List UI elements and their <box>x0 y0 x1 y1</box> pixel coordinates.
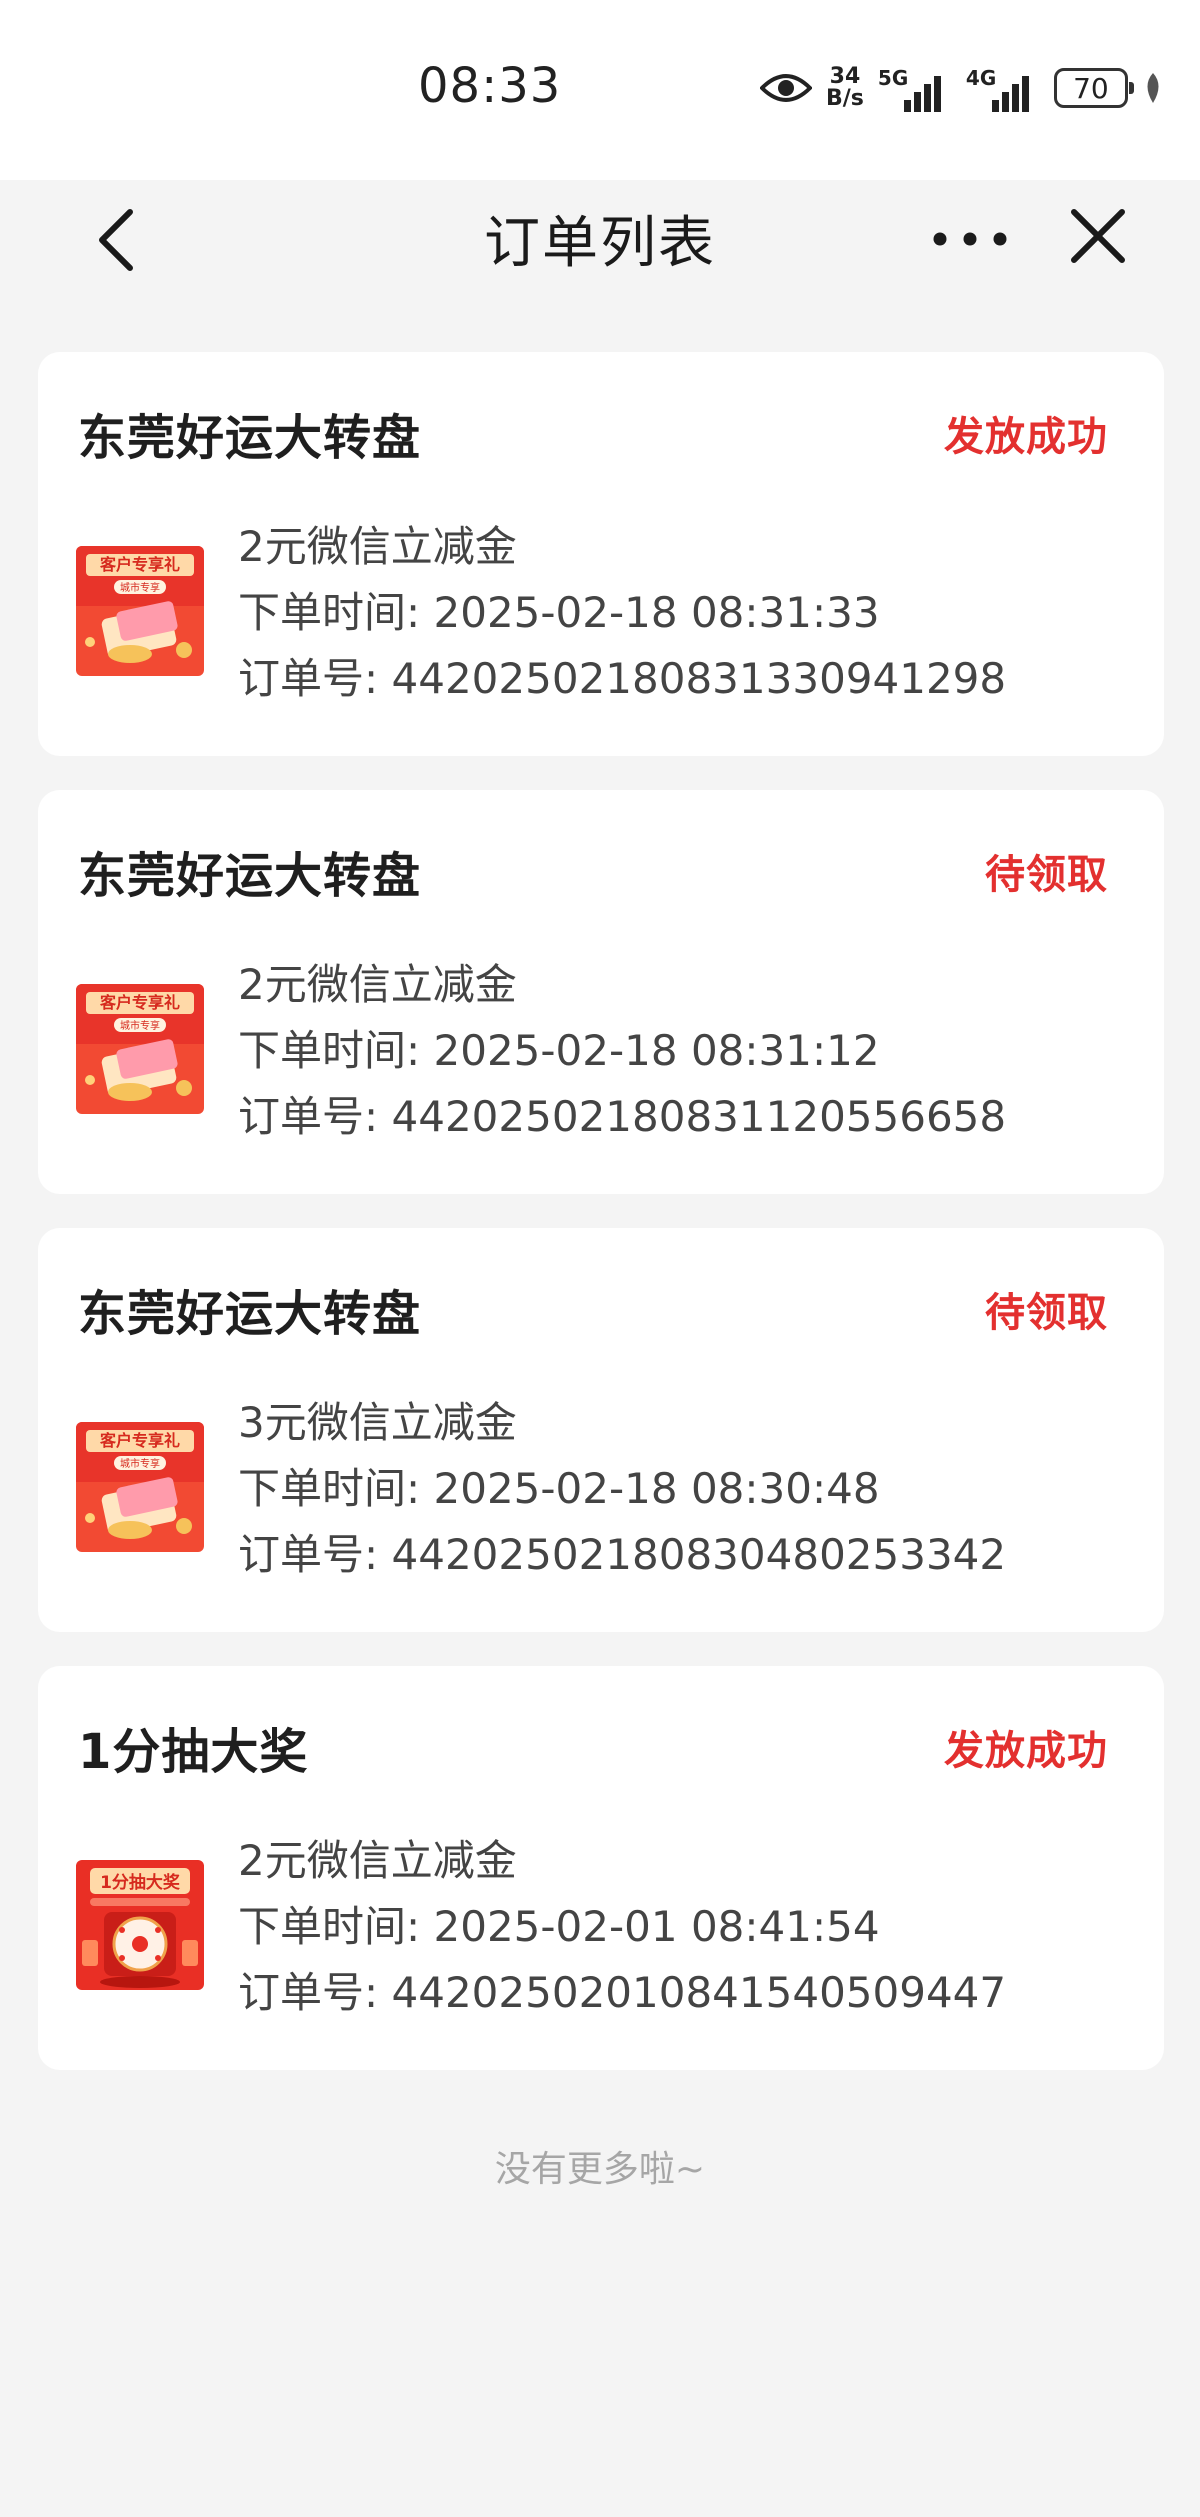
order-title: 东莞好运大转盘 <box>78 848 422 904</box>
no-more-text: 没有更多啦~ <box>494 2149 706 2190</box>
order-status: 待领取 <box>985 852 1108 898</box>
battery-level: 70 <box>1073 71 1109 105</box>
order-time-row: 下单时间: 2025-02-18 08:30:48 <box>238 1456 1006 1522</box>
order-time-row: 下单时间: 2025-02-18 08:31:12 <box>238 1018 1006 1084</box>
order-number: 44202502010841540509447 <box>391 1968 1007 2017</box>
thumb-text: 客户专享礼 <box>100 993 180 1012</box>
product-thumbnail: 1分抽大奖 <box>76 1860 204 1990</box>
order-status: 待领取 <box>985 1290 1108 1336</box>
order-info: 3元微信立减金 下单时间: 2025-02-18 08:30:48 订单号: 4… <box>238 1390 1006 1588</box>
thumb-text: 客户专享礼 <box>100 555 180 574</box>
order-no-row: 订单号: 44202502180831120556658 <box>238 1084 1006 1150</box>
net-speed-unit: B/s <box>826 86 864 111</box>
status-bar: 08:33 34 B/s 5G 4G 70 <box>0 0 1200 180</box>
order-status: 发放成功 <box>944 414 1108 460</box>
product-name: 2元微信立减金 <box>238 522 517 571</box>
product-name: 3元微信立减金 <box>238 1398 517 1447</box>
time-label: 下单时间: <box>238 1902 434 1951</box>
thumb-text: 1分抽大奖 <box>100 1872 181 1893</box>
time-label: 下单时间: <box>238 1026 434 1075</box>
net-speed-value: 34 <box>829 64 861 89</box>
order-number: 44202502180830480253342 <box>391 1530 1007 1579</box>
order-time: 2025-02-18 08:30:48 <box>433 1464 880 1513</box>
battery-icon: 70 <box>1053 68 1134 108</box>
time-label: 下单时间: <box>238 1464 434 1513</box>
page-title: 订单列表 <box>484 211 716 276</box>
order-title: 东莞好运大转盘 <box>78 1286 422 1342</box>
thumb-sub: 城市专享 <box>120 1019 160 1032</box>
product-name: 2元微信立减金 <box>238 1836 517 1885</box>
order-info: 2元微信立减金 下单时间: 2025-02-18 08:31:33 订单号: 4… <box>238 514 1006 712</box>
order-no-row: 订单号: 44202502010841540509447 <box>238 1960 1006 2026</box>
order-time: 2025-02-18 08:31:12 <box>433 1026 880 1075</box>
order-title: 1分抽大奖 <box>78 1724 309 1780</box>
order-card[interactable]: 东莞好运大转盘 发放成功 客户专享礼 城市专享 2元微信立减金 下单时间: 20… <box>38 352 1164 756</box>
time-label: 下单时间: <box>238 588 434 637</box>
product-name: 2元微信立减金 <box>238 960 517 1009</box>
product-thumbnail: 客户专享礼 城市专享 <box>76 1422 204 1552</box>
order-no-label: 订单号: <box>238 654 392 703</box>
order-time: 2025-02-01 08:41:54 <box>433 1902 880 1951</box>
close-icon[interactable] <box>1068 206 1128 266</box>
status-time: 08:33 <box>418 58 562 114</box>
leaf-icon <box>1147 73 1159 103</box>
order-time-row: 下单时间: 2025-02-01 08:41:54 <box>238 1894 1006 1960</box>
order-number: 44202502180831120556658 <box>391 1092 1007 1141</box>
order-number: 44202502180831330941298 <box>391 654 1007 703</box>
order-card[interactable]: 东莞好运大转盘 待领取 客户专享礼 城市专享 3元微信立减金 下单时间: 202… <box>38 1228 1164 1632</box>
thumb-sub: 城市专享 <box>120 581 160 594</box>
signal-bars-icon <box>903 76 941 112</box>
signal-bars-icon <box>991 76 1029 112</box>
order-no-label: 订单号: <box>238 1968 392 2017</box>
eye-icon <box>760 74 812 102</box>
order-title: 东莞好运大转盘 <box>78 410 422 466</box>
order-no-label: 订单号: <box>238 1530 392 1579</box>
order-no-row: 订单号: 44202502180830480253342 <box>238 1522 1006 1588</box>
order-time-row: 下单时间: 2025-02-18 08:31:33 <box>238 580 1006 646</box>
order-info: 2元微信立减金 下单时间: 2025-02-18 08:31:12 订单号: 4… <box>238 952 1006 1150</box>
order-no-row: 订单号: 44202502180831330941298 <box>238 646 1006 712</box>
order-no-label: 订单号: <box>238 1092 392 1141</box>
order-card[interactable]: 东莞好运大转盘 待领取 客户专享礼 城市专享 2元微信立减金 下单时间: 202… <box>38 790 1164 1194</box>
order-status: 发放成功 <box>944 1728 1108 1774</box>
product-thumbnail: 客户专享礼 城市专享 <box>76 984 204 1114</box>
thumb-text: 客户专享礼 <box>100 1431 180 1450</box>
signal-4g: 4G <box>966 64 1040 112</box>
thumb-sub: 城市专享 <box>120 1457 160 1470</box>
more-dots-icon[interactable] <box>930 222 1010 256</box>
order-time: 2025-02-18 08:31:33 <box>433 588 880 637</box>
order-info: 2元微信立减金 下单时间: 2025-02-01 08:41:54 订单号: 4… <box>238 1828 1006 2026</box>
order-card[interactable]: 1分抽大奖 发放成功 1分抽大奖 2元微信立减金 下单时间: 2025-02-0… <box>38 1666 1164 2070</box>
signal-5g: 5G <box>878 64 952 112</box>
status-icons: 34 B/s 5G 4G 70 <box>760 58 1164 118</box>
net-speed: 34 B/s <box>826 66 864 110</box>
product-thumbnail: 客户专享礼 城市专享 <box>76 546 204 676</box>
